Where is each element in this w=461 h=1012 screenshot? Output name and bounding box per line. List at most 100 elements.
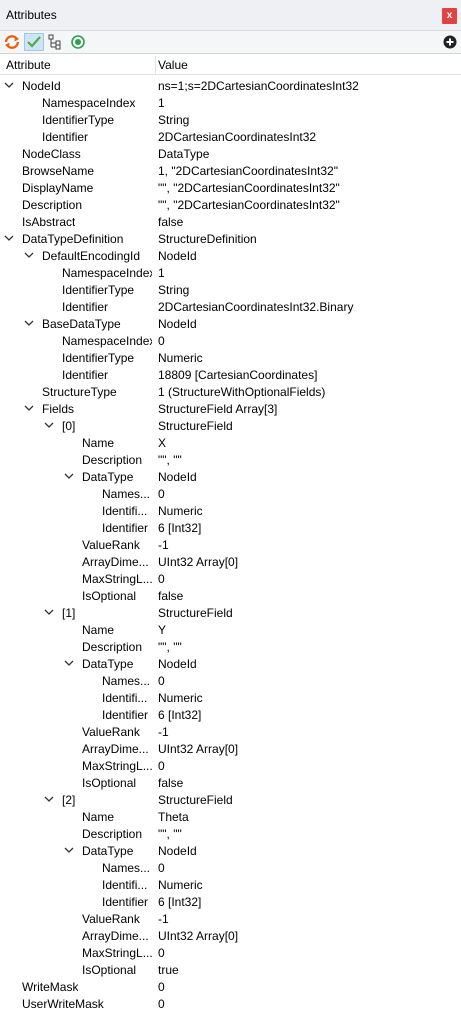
tree-row[interactable]: MaxStringL... 0 (0, 944, 461, 961)
refresh-icon (4, 35, 20, 49)
tree-row[interactable]: Names... 0 (0, 672, 461, 689)
chevron-down-icon[interactable] (44, 604, 56, 621)
attribute-column-header[interactable]: Attribute (6, 58, 51, 72)
attribute-value: 1 (158, 96, 165, 110)
target-icon (71, 35, 85, 49)
target-button[interactable] (68, 33, 88, 51)
tree-row[interactable]: ValueRank -1 (0, 536, 461, 553)
tree-row[interactable]: Identifier 18809 [CartesianCoordinates] (0, 366, 461, 383)
attribute-value: StructureField Array[3] (158, 402, 278, 416)
tree-row[interactable]: Names... 0 (0, 859, 461, 876)
tree-row[interactable]: NodeClass DataType (0, 145, 461, 162)
tree-row[interactable]: IsAbstract false (0, 213, 461, 230)
close-icon: x (446, 10, 453, 21)
chevron-down-icon[interactable] (24, 400, 36, 417)
tree-row[interactable]: DataType NodeId (0, 842, 461, 859)
attribute-name: ValueRank (82, 912, 140, 926)
attribute-name: [2] (62, 793, 76, 807)
attribute-value: ns=1;s=2DCartesianCoordinatesInt32 (158, 79, 359, 93)
chevron-down-icon[interactable] (44, 791, 56, 808)
tree-row[interactable]: Names... 0 (0, 485, 461, 502)
tree-row[interactable]: BaseDataType NodeId (0, 315, 461, 332)
tree-row[interactable]: IdentifierType String (0, 281, 461, 298)
attribute-name: ArrayDime... (82, 742, 149, 756)
tree-row[interactable]: BrowseName 1, "2DCartesianCoordinatesInt3… (0, 162, 461, 179)
tree-row[interactable]: IsOptional false (0, 587, 461, 604)
chevron-down-icon[interactable] (24, 247, 36, 264)
tree-row[interactable]: Name Theta (0, 808, 461, 825)
column-divider[interactable] (155, 56, 156, 74)
tree-row[interactable]: IdentifierType Numeric (0, 349, 461, 366)
chevron-down-icon[interactable] (4, 230, 16, 247)
close-button[interactable]: x (442, 8, 457, 24)
attribute-name: Name (82, 810, 115, 824)
attribute-name: ArrayDime... (82, 555, 149, 569)
attribute-name: DataType (82, 657, 134, 671)
tree-row[interactable]: Description "", "2DCartesianCoordinatesIn… (0, 196, 461, 213)
tree-row[interactable]: NamespaceIndex 1 (0, 94, 461, 111)
tree-row[interactable]: ArrayDime... UInt32 Array[0] (0, 553, 461, 570)
tree-row[interactable]: Identifier 6 [Int32] (0, 519, 461, 536)
tree-row[interactable]: [2] StructureField (0, 791, 461, 808)
chevron-down-icon[interactable] (44, 417, 56, 434)
tree-row[interactable]: Identifier 2DCartesianCoordinatesInt32 (0, 128, 461, 145)
tree-row[interactable]: Name Y (0, 621, 461, 638)
attribute-value: 2DCartesianCoordinatesInt32 (158, 130, 317, 144)
attribute-name: Identifier (62, 368, 109, 382)
attribute-name: MaxStringL... (82, 572, 152, 586)
tree-row[interactable]: Description "", "" (0, 638, 461, 655)
tree-row[interactable]: Identifi... Numeric (0, 689, 461, 706)
value-column-header[interactable]: Value (158, 58, 188, 72)
tree-row[interactable]: IsOptional false (0, 774, 461, 791)
tree-row[interactable]: Identifi... Numeric (0, 502, 461, 519)
tree-row[interactable]: NamespaceIndex 1 (0, 264, 461, 281)
check-button[interactable] (24, 33, 44, 51)
chevron-down-icon[interactable] (64, 842, 76, 859)
tree-row[interactable]: Identifier 6 [Int32] (0, 893, 461, 910)
chevron-down-icon[interactable] (64, 468, 76, 485)
tree-row[interactable]: Identifier 2DCartesianCoordinatesInt32.Bi… (0, 298, 461, 315)
tree-row[interactable]: DataType NodeId (0, 655, 461, 672)
attribute-value: -1 (158, 538, 169, 552)
tree-row[interactable]: Identifier 6 [Int32] (0, 706, 461, 723)
tree-row[interactable]: IsOptional true (0, 961, 461, 978)
attribute-name: DataType (82, 844, 134, 858)
refresh-button[interactable] (2, 33, 22, 51)
tree-row[interactable]: ArrayDime... UInt32 Array[0] (0, 740, 461, 757)
tree-row[interactable]: [1] StructureField (0, 604, 461, 621)
tree-row[interactable]: ArrayDime... UInt32 Array[0] (0, 927, 461, 944)
tree-row[interactable]: Description "", "" (0, 825, 461, 842)
attribute-name: Identifi... (102, 504, 148, 518)
tree-row[interactable]: MaxStringL... 0 (0, 757, 461, 774)
tree-row[interactable]: ValueRank -1 (0, 910, 461, 927)
tree-row[interactable]: DisplayName "", "2DCartesianCoordinatesIn… (0, 179, 461, 196)
tree-row[interactable]: UserWriteMask 0 (0, 995, 461, 1012)
tree-row[interactable]: WriteMask 0 (0, 978, 461, 995)
tree-row[interactable]: MaxStringL... 0 (0, 570, 461, 587)
chevron-down-icon[interactable] (64, 655, 76, 672)
tree-row[interactable]: NamespaceIndex 0 (0, 332, 461, 349)
chevron-down-icon[interactable] (24, 315, 36, 332)
attribute-value: 1, "2DCartesianCoordinatesInt32" (158, 164, 338, 178)
attribute-name: MaxStringL... (82, 759, 152, 773)
tree-row[interactable]: Fields StructureField Array[3] (0, 400, 461, 417)
tree-row[interactable]: StructureType 1 (StructureWithOptionalFie… (0, 383, 461, 400)
tree-row[interactable]: Identifi... Numeric (0, 876, 461, 893)
attribute-name: IsOptional (82, 589, 137, 603)
tree-row[interactable]: DataTypeDefinition StructureDefinition (0, 230, 461, 247)
tree-row[interactable]: DataType NodeId (0, 468, 461, 485)
tree-button[interactable] (46, 33, 66, 51)
chevron-down-icon[interactable] (4, 77, 16, 94)
attribute-name: BrowseName (22, 164, 95, 178)
attribute-value: NodeId (158, 317, 197, 331)
tree-row[interactable]: IdentifierType String (0, 111, 461, 128)
add-button[interactable] (440, 33, 460, 51)
tree-row[interactable]: ValueRank -1 (0, 723, 461, 740)
tree-row[interactable]: NodeId ns=1;s=2DCartesianCoordinatesInt32 (0, 77, 461, 94)
tree-row[interactable]: Description "", "" (0, 451, 461, 468)
attribute-name: Names... (102, 487, 151, 501)
tree-row[interactable]: Name X (0, 434, 461, 451)
tree-row[interactable]: [0] StructureField (0, 417, 461, 434)
attribute-value: NodeId (158, 470, 197, 484)
tree-row[interactable]: DefaultEncodingId NodeId (0, 247, 461, 264)
